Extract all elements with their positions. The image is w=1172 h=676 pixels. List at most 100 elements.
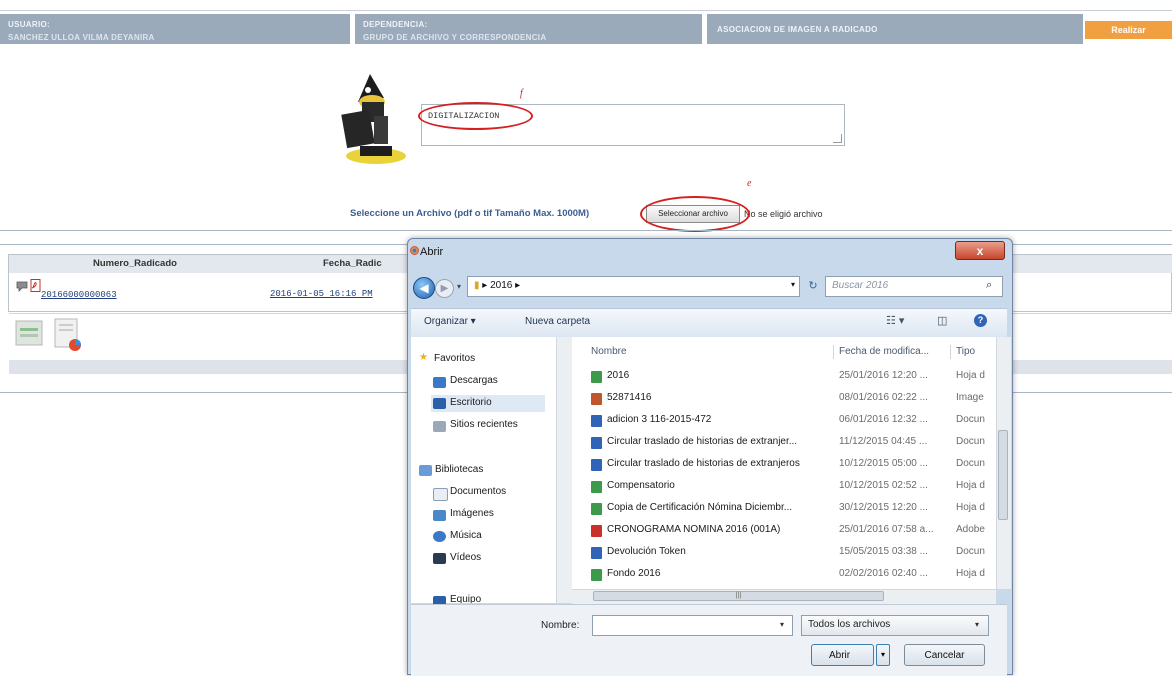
file-row-date: 30/12/2015 12:20 ... — [839, 502, 928, 513]
file-row-date: 06/01/2016 12:32 ... — [839, 414, 928, 425]
file-row-type: Image — [956, 392, 984, 403]
file-row-name[interactable]: Fondo 2016 — [607, 568, 660, 579]
cancel-button[interactable]: Cancelar — [904, 644, 985, 666]
libraries-icon — [419, 465, 432, 476]
preview-pane-icon[interactable]: ◫ — [937, 314, 947, 327]
file-row-date: 25/01/2016 12:20 ... — [839, 370, 928, 381]
breadcrumb-current-folder[interactable]: 2016 — [490, 280, 512, 291]
new-folder-button[interactable]: Nueva carpeta — [525, 316, 590, 327]
pictures-icon — [433, 510, 446, 521]
breadcrumb-separator-icon: ▸ — [482, 280, 488, 291]
annotation-ellipse-file-button — [640, 196, 750, 232]
forward-arrow-icon[interactable]: ▶ — [435, 279, 454, 298]
chrome-icon — [410, 246, 419, 255]
file-row-name[interactable]: Circular traslado de historias de extran… — [607, 436, 797, 447]
file-row-type: Docun — [956, 436, 985, 447]
excel-icon — [591, 503, 602, 515]
file-row-name[interactable]: Compensatorio — [607, 480, 675, 491]
folder-icon: ▮ — [474, 280, 480, 291]
file-row-type: Hoja d — [956, 480, 985, 491]
col-header-date[interactable]: Fecha de modifica... — [839, 346, 929, 357]
file-row-name[interactable]: CRONOGRAMA NOMINA 2016 (001A) — [607, 524, 780, 535]
nav-item-descargas[interactable]: Descargas — [450, 375, 498, 386]
annotation-ellipse-description — [418, 102, 533, 130]
file-row-date: 11/12/2015 04:45 ... — [839, 436, 928, 447]
file-list-scroll-thumb[interactable] — [998, 430, 1008, 520]
col-header-name[interactable]: Nombre — [591, 346, 627, 357]
history-dropdown-icon[interactable]: ▾ — [457, 282, 461, 291]
search-icon[interactable]: ⌕ — [986, 279, 992, 292]
file-list-hscroll-thumb[interactable]: ||| — [593, 591, 884, 601]
file-row-type: Docun — [956, 546, 985, 557]
file-row-type: Docun — [956, 458, 985, 469]
organize-menu[interactable]: Organizar ▾ — [424, 316, 476, 327]
word-icon — [591, 547, 602, 559]
nav-pane-scrollbar[interactable] — [556, 337, 572, 603]
radicado-number-link[interactable]: 20166000000063 — [41, 290, 117, 300]
open-split-dropdown-icon[interactable]: ▾ — [876, 644, 890, 666]
nav-item-videos[interactable]: Vídeos — [450, 552, 481, 563]
file-row-type: Adobe — [956, 524, 985, 535]
department-info-cell: DEPENDENCIA: GRUPO DE ARCHIVO Y CORRESPO… — [355, 14, 702, 44]
document-color-icon[interactable] — [52, 318, 86, 352]
department-name: GRUPO DE ARCHIVO Y CORRESPONDENCIA — [363, 33, 547, 42]
col-divider — [833, 345, 834, 359]
filename-input[interactable] — [592, 615, 793, 636]
search-input[interactable]: Buscar 2016 — [825, 276, 1003, 297]
department-label: DEPENDENCIA: — [363, 20, 428, 29]
downloads-icon — [433, 377, 446, 388]
filter-dropdown-icon[interactable]: ▾ — [975, 620, 979, 629]
file-row-date: 10/12/2015 02:52 ... — [839, 480, 928, 491]
breadcrumb-separator-icon-2: ▸ — [515, 280, 521, 291]
file-row-name[interactable]: 2016 — [607, 370, 629, 381]
nav-libraries-header[interactable]: Bibliotecas — [435, 464, 483, 475]
word-icon — [591, 459, 602, 471]
image-icon — [591, 393, 602, 405]
nav-item-documentos[interactable]: Documentos — [450, 486, 506, 497]
help-icon[interactable]: ? — [974, 314, 987, 327]
nav-item-sitios-recientes[interactable]: Sitios recientes — [450, 419, 518, 430]
pdf-icon[interactable] — [30, 279, 41, 292]
dialog-title: Abrir — [420, 246, 444, 258]
favorites-star-icon: ★ — [419, 352, 428, 363]
excel-icon — [591, 481, 602, 493]
file-row-name[interactable]: 52871416 — [607, 392, 652, 403]
col-header-type[interactable]: Tipo — [956, 346, 975, 357]
dialog-close-button[interactable]: x — [955, 241, 1005, 260]
col-divider-2 — [950, 345, 951, 359]
file-type-filter-select[interactable]: Todos los archivos — [801, 615, 989, 636]
desktop-icon — [433, 398, 446, 409]
nav-item-equipo[interactable]: Equipo — [450, 594, 481, 603]
user-info-cell: USUARIO: SANCHEZ ULLOA VILMA DEYANIRA — [0, 14, 350, 44]
dialog-toolbar — [411, 308, 1007, 338]
user-name: SANCHEZ ULLOA VILMA DEYANIRA — [8, 33, 155, 42]
open-button[interactable]: Abrir — [811, 644, 874, 666]
radicado-date-link[interactable]: 2016-01-05 16:16 PM — [270, 289, 373, 299]
scanner-mascot-icon — [341, 74, 406, 164]
realizar-button[interactable]: Realizar — [1085, 21, 1172, 39]
nav-item-imagenes[interactable]: Imágenes — [450, 508, 494, 519]
nav-item-escritorio[interactable]: Escritorio — [450, 397, 492, 408]
file-row-name[interactable]: adicion 3 116-2015-472 — [607, 414, 711, 425]
nav-favorites-header[interactable]: Favoritos — [434, 353, 475, 364]
comment-icon[interactable] — [16, 280, 28, 292]
file-row-name[interactable]: Devolución Token — [607, 546, 686, 557]
address-bar[interactable]: ▮ ▸ 2016 ▸ ▾ — [467, 276, 800, 297]
music-icon — [433, 531, 446, 542]
refresh-icon[interactable]: ↻ — [803, 276, 823, 297]
excel-icon — [591, 371, 602, 383]
file-row-date: 02/02/2016 02:40 ... — [839, 568, 928, 579]
view-options-icon[interactable]: ☷ ▾ — [886, 314, 904, 327]
file-row-type: Hoja d — [956, 568, 985, 579]
resize-grip-icon[interactable] — [833, 134, 842, 143]
section-title-cell: ASOCIACION DE IMAGEN A RADICADO — [707, 14, 1083, 44]
scan-image-icon[interactable] — [15, 320, 43, 346]
file-row-name[interactable]: Circular traslado de historias de extran… — [607, 458, 800, 469]
filename-dropdown-icon[interactable]: ▾ — [780, 620, 784, 629]
file-row-type: Hoja d — [956, 370, 985, 381]
address-dropdown-icon[interactable]: ▾ — [791, 280, 795, 289]
file-row-name[interactable]: Copia de Certificación Nómina Diciembr..… — [607, 502, 792, 513]
nav-item-musica[interactable]: Música — [450, 530, 482, 541]
header-top-rule — [0, 10, 1172, 11]
back-arrow-icon[interactable]: ◀ — [413, 277, 435, 299]
